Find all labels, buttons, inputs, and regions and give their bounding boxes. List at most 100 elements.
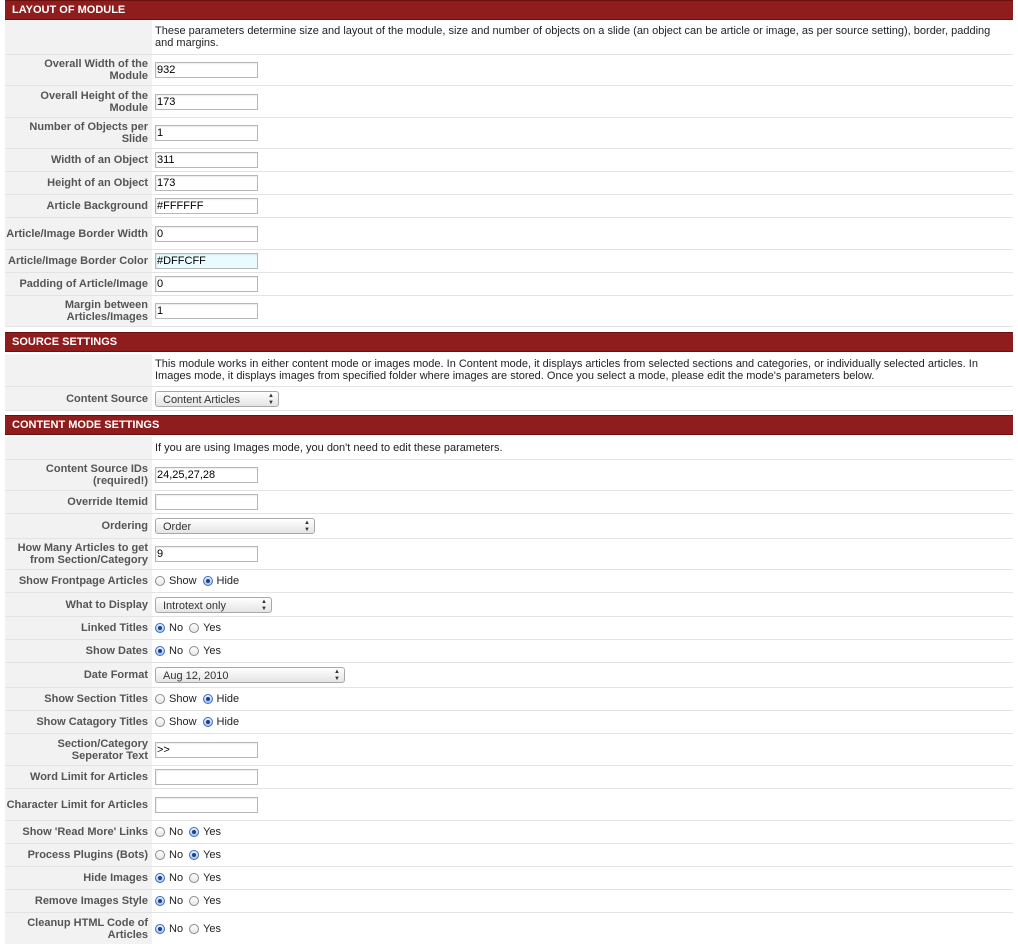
process-plugins-yes-radio[interactable]: [189, 850, 200, 860]
character-limit-input[interactable]: [155, 796, 258, 813]
border-color-input[interactable]: [155, 253, 258, 269]
content-source-select[interactable]: Content Articles ▲ ▼: [155, 390, 279, 407]
field-row: Overall Width of the Module: [5, 55, 1013, 86]
border-width-input[interactable]: [155, 225, 258, 242]
field-row: Show Catagory Titles Show Hide: [5, 711, 1013, 734]
cleanup-html-yes-radio[interactable]: [189, 923, 200, 934]
show-frontpage-hide-radio[interactable]: [202, 576, 213, 586]
module-width-input[interactable]: [155, 62, 258, 78]
show-category-titles-show-radio[interactable]: [155, 717, 165, 727]
field-label: Content Source: [5, 387, 152, 410]
override-itemid-input[interactable]: [155, 494, 258, 510]
field-label: Show Dates: [5, 640, 152, 662]
objects-per-slide-input[interactable]: [155, 125, 258, 141]
select-arrows-icon: ▲ ▼: [261, 598, 267, 612]
field-label: Content Source IDs (required!): [5, 460, 152, 490]
show-section-titles-show-radio[interactable]: [155, 694, 165, 704]
word-limit-input[interactable]: [155, 769, 258, 785]
field-label: Overall Height of the Module: [5, 86, 152, 117]
field-row: What to Display Introtext only ▲ ▼: [5, 593, 1013, 617]
field-row: Article Background: [5, 195, 1013, 218]
select-arrows-icon: ▲ ▼: [334, 669, 340, 682]
read-more-yes-radio[interactable]: [189, 827, 200, 837]
margin-input[interactable]: [155, 303, 258, 319]
field-row: Article/Image Border Color: [5, 250, 1013, 273]
show-dates-no-radio[interactable]: [155, 646, 165, 656]
separator-text-input[interactable]: [155, 741, 258, 758]
field-row: Ordering Order ▲ ▼: [5, 514, 1013, 539]
field-label: How Many Articles to get from Section/Ca…: [5, 539, 152, 569]
read-more-no-radio[interactable]: [155, 827, 165, 837]
field-label: Article Background: [5, 195, 152, 217]
show-frontpage-show-radio[interactable]: [155, 576, 165, 586]
show-category-titles-hide-radio[interactable]: [202, 717, 213, 727]
field-label: Process Plugins (Bots): [5, 844, 152, 866]
field-row: Height of an Object: [5, 172, 1013, 195]
field-label: Override Itemid: [5, 491, 152, 513]
what-to-display-select[interactable]: Introtext only ▲ ▼: [155, 596, 272, 613]
field-row: Cleanup HTML Code of Articles No Yes: [5, 913, 1013, 944]
field-label: Overall Width of the Module: [5, 55, 152, 85]
field-label: Padding of Article/Image: [5, 273, 152, 295]
layout-section-header: LAYOUT OF MODULE: [5, 0, 1013, 20]
field-row: Linked Titles No Yes: [5, 617, 1013, 640]
field-row: Show Section Titles Show Hide: [5, 688, 1013, 711]
field-label: What to Display: [5, 593, 152, 616]
hide-images-no-radio[interactable]: [155, 873, 165, 883]
section-title: CONTENT MODE SETTINGS: [5, 415, 1013, 435]
field-row: Section/Category Seperator Text: [5, 734, 1013, 766]
section-title: SOURCE SETTINGS: [5, 332, 1013, 352]
field-label: Date Format: [5, 663, 152, 687]
source-description-row: This module works in either content mode…: [5, 354, 1013, 387]
field-row: Show 'Read More' Links No Yes: [5, 821, 1013, 844]
show-section-titles-hide-radio[interactable]: [202, 694, 213, 704]
field-label: Linked Titles: [5, 617, 152, 639]
module-height-input[interactable]: [155, 93, 258, 110]
content-mode-description: If you are using Images mode, you don't …: [155, 442, 503, 454]
remove-images-style-yes-radio[interactable]: [189, 896, 200, 906]
field-label: Article/Image Border Color: [5, 250, 152, 272]
layout-description: These parameters determine size and layo…: [155, 25, 991, 49]
linked-titles-yes-radio[interactable]: [189, 623, 200, 633]
field-row: Padding of Article/Image: [5, 273, 1013, 296]
field-label: Margin between Articles/Images: [5, 296, 152, 326]
field-row: Remove Images Style No Yes: [5, 890, 1013, 913]
show-dates-yes-radio[interactable]: [189, 646, 200, 656]
field-label: Width of an Object: [5, 149, 152, 171]
object-height-input[interactable]: [155, 175, 258, 191]
field-row: Process Plugins (Bots) No Yes: [5, 844, 1013, 867]
field-label: Show Catagory Titles: [5, 711, 152, 733]
source-description: This module works in either content mode…: [155, 358, 978, 382]
ordering-select[interactable]: Order ▲ ▼: [155, 518, 315, 534]
content-source-ids-input[interactable]: [155, 467, 258, 483]
field-row: Overall Height of the Module: [5, 86, 1013, 118]
source-section-header: SOURCE SETTINGS: [5, 332, 1013, 352]
hide-images-yes-radio[interactable]: [189, 873, 200, 883]
padding-input[interactable]: [155, 276, 258, 292]
object-width-input[interactable]: [155, 152, 258, 168]
process-plugins-no-radio[interactable]: [155, 850, 165, 860]
field-row: Width of an Object: [5, 149, 1013, 172]
content-mode-description-row: If you are using Images mode, you don't …: [5, 437, 1013, 460]
layout-description-row: These parameters determine size and layo…: [5, 20, 1013, 55]
field-row: Word Limit for Articles: [5, 766, 1013, 789]
how-many-articles-input[interactable]: [155, 546, 258, 562]
field-row: Content Source IDs (required!): [5, 460, 1013, 491]
field-row: Article/Image Border Width: [5, 218, 1013, 250]
field-row: Date Format Aug 12, 2010 ▲ ▼: [5, 663, 1013, 688]
field-label: Section/Category Seperator Text: [5, 734, 152, 765]
field-label: Show 'Read More' Links: [5, 821, 152, 843]
date-format-select[interactable]: Aug 12, 2010 ▲ ▼: [155, 667, 345, 683]
cleanup-html-no-radio[interactable]: [155, 923, 165, 934]
field-label: Show Frontpage Articles: [5, 570, 152, 592]
article-background-input[interactable]: [155, 198, 258, 214]
field-label: Character Limit for Articles: [5, 789, 152, 820]
linked-titles-no-radio[interactable]: [155, 623, 165, 633]
remove-images-style-no-radio[interactable]: [155, 896, 165, 906]
field-label: Article/Image Border Width: [5, 218, 152, 249]
section-title: LAYOUT OF MODULE: [5, 0, 1013, 20]
field-label: Hide Images: [5, 867, 152, 889]
field-row: How Many Articles to get from Section/Ca…: [5, 539, 1013, 570]
field-label: Height of an Object: [5, 172, 152, 194]
select-arrows-icon: ▲ ▼: [304, 520, 310, 533]
